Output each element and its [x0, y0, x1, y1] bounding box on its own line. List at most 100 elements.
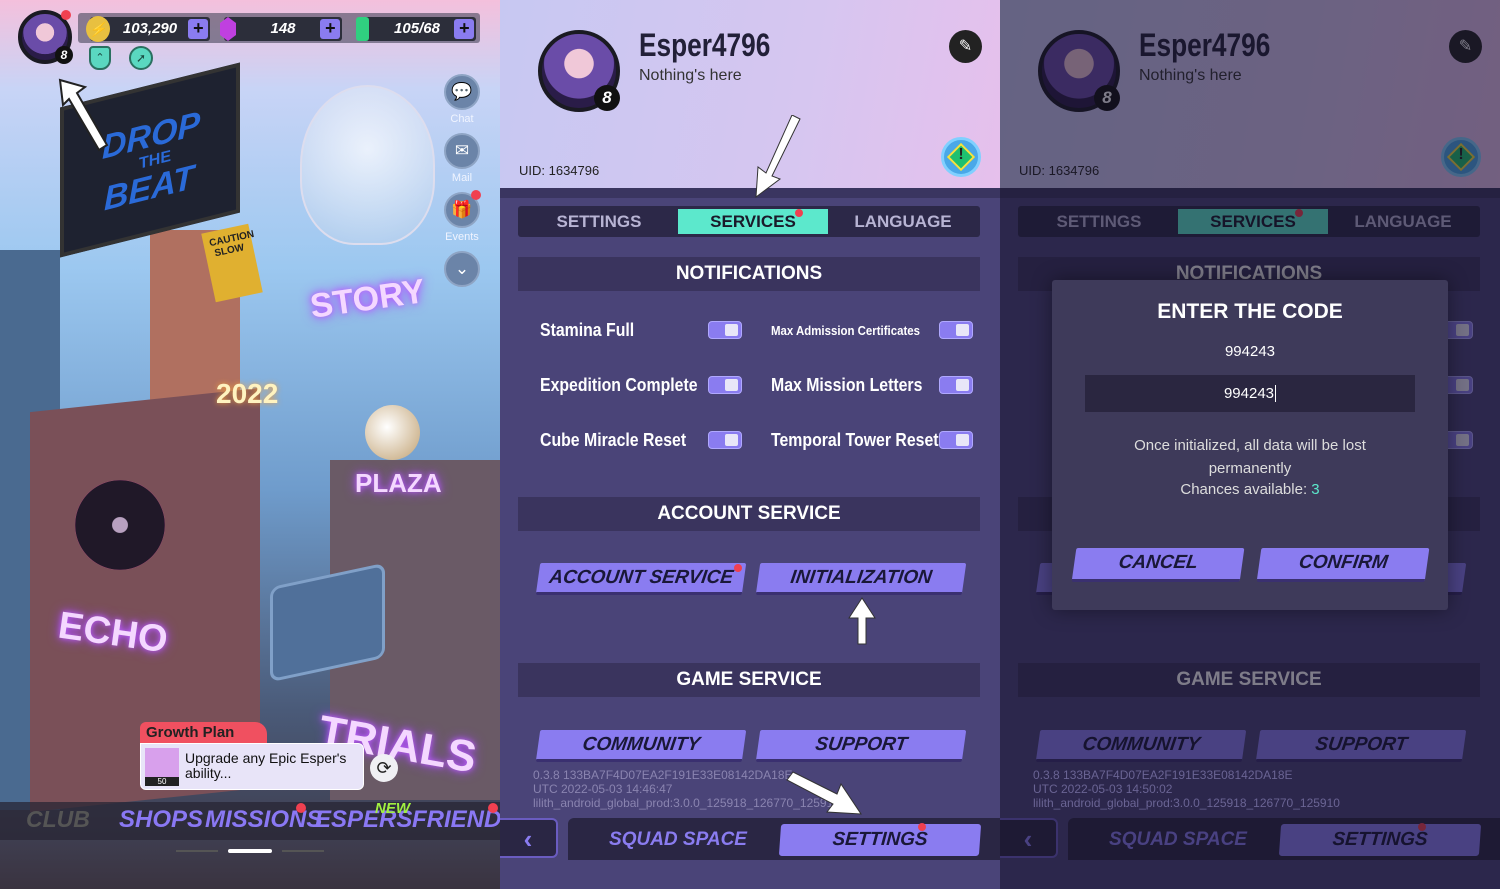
nav-shops[interactable]: SHOPS	[119, 806, 203, 834]
account-service-button[interactable]: ACCOUNT SERVICE	[535, 563, 747, 595]
growth-plan-card[interactable]: 50 Upgrade any Epic Esper's ability...	[140, 743, 364, 790]
notification-dot	[488, 803, 498, 813]
tab-settings[interactable]: SETTINGS	[524, 209, 674, 234]
compass-icon[interactable]: ➚	[129, 46, 153, 70]
coins-counter: ⚡ 103,290 +	[86, 16, 210, 42]
new-badge: NEW	[375, 800, 410, 817]
plaza-globe	[365, 405, 420, 460]
growth-plan-title: Growth Plan	[140, 722, 267, 744]
vinyl-disc	[75, 480, 165, 570]
enter-code-dialog: ENTER THE CODE 994243 994243 Once initia…	[1052, 280, 1448, 610]
page-indicator	[282, 850, 324, 852]
toggle-stamina-full[interactable]	[708, 321, 742, 339]
home-screen: DROP THE BEAT CAUTION SLOW STORY PLAZA 2…	[0, 0, 500, 889]
back-button[interactable]: ‹	[500, 818, 558, 858]
chat-label: Chat	[450, 113, 474, 125]
coins-value: 103,290	[122, 20, 178, 37]
tab-services[interactable]: SERVICES	[678, 209, 828, 234]
chances-count: 3	[1311, 481, 1320, 498]
tutorial-arrow	[58, 78, 109, 152]
chat-button[interactable]: 💬	[444, 74, 480, 110]
player-uid[interactable]: UID: 1634796	[519, 163, 599, 178]
version-info: 0.3.8 133BA7F4D07EA2F191E33E08142DA18E U…	[1033, 768, 1340, 810]
text-cursor	[1275, 385, 1277, 402]
warning-text: Once initialized, all data will be lost …	[1134, 437, 1366, 477]
plaza-sign[interactable]: PLAZA	[355, 468, 442, 499]
stamina-icon	[356, 17, 369, 41]
profile-level-badge: 8	[594, 85, 620, 111]
build-id: lilith_android_global_prod:3.0.0_125918_…	[1033, 796, 1340, 810]
add-coins-button[interactable]: +	[188, 19, 208, 39]
player-level-badge: 8	[55, 46, 73, 64]
services-tabs: SETTINGS SERVICES LANGUAGE	[518, 206, 980, 237]
tutorial-arrow	[755, 115, 801, 199]
crystal-icon	[220, 17, 236, 41]
toggle-max-mission-letters[interactable]	[939, 376, 973, 394]
toggle-max-admission[interactable]	[939, 321, 973, 339]
dialog-title: ENTER THE CODE	[1157, 300, 1343, 323]
version-hash: 0.3.8 133BA7F4D07EA2F191E33E08142DA18E	[1033, 768, 1293, 782]
stamina-value: 105/68	[394, 20, 440, 37]
mail-label: Mail	[451, 172, 473, 184]
notif-label: Cube Miracle Reset	[540, 430, 687, 450]
code-input[interactable]: 994243	[1085, 375, 1415, 412]
toggle-temporal-tower-reset[interactable]	[939, 431, 973, 449]
player-name: Esper4796	[639, 27, 771, 63]
nav-club[interactable]: CLUB	[26, 806, 90, 833]
nav-settings[interactable]: SETTINGS	[778, 824, 982, 856]
page-indicator-active	[228, 849, 272, 853]
notif-label: Temporal Tower Reset	[771, 430, 939, 450]
balloon	[300, 85, 435, 245]
notification-dot	[734, 564, 742, 572]
rank-icon[interactable]: ⌃	[89, 46, 111, 70]
toggle-cube-miracle-reset[interactable]	[708, 431, 742, 449]
notification-dot	[471, 190, 481, 200]
chances-label: Chances available:	[1180, 481, 1312, 498]
confirmation-code: 994243	[1224, 343, 1276, 360]
coin-icon: ⚡	[86, 16, 110, 42]
notif-label: Stamina Full	[540, 320, 635, 340]
notif-label: Expedition Complete	[540, 375, 698, 395]
add-stamina-button[interactable]: +	[454, 19, 474, 39]
add-crystals-button[interactable]: +	[320, 19, 340, 39]
code-input-value: 994243	[1223, 385, 1275, 402]
refresh-icon[interactable]: ⟳	[370, 754, 398, 782]
crystals-value: 148	[270, 20, 296, 37]
support-button[interactable]: SUPPORT	[755, 730, 967, 762]
toggle-expedition-complete[interactable]	[708, 376, 742, 394]
page-indicator	[176, 850, 218, 852]
chances-text: Chances available: 3	[1052, 481, 1448, 498]
tab-language[interactable]: LANGUAGE	[828, 209, 978, 234]
item-count: 50	[145, 777, 179, 786]
confirm-button[interactable]: CONFIRM	[1256, 548, 1430, 582]
notification-dot	[795, 209, 803, 217]
notif-label: Max Admission Certificates	[771, 323, 920, 338]
collapse-button[interactable]: ⌄	[444, 251, 480, 287]
cancel-button[interactable]: CANCEL	[1071, 548, 1245, 582]
notifications-header: NOTIFICATIONS	[518, 257, 980, 291]
report-button[interactable]: !	[941, 137, 981, 177]
bottom-nav: SQUAD SPACE SETTINGS	[568, 818, 1000, 860]
year-sign: 2022	[216, 378, 279, 409]
nav-friends[interactable]: FRIENDS	[412, 806, 500, 834]
initialization-button[interactable]: INITIALIZATION	[755, 563, 967, 595]
gift-icon: 🎁	[451, 200, 473, 219]
pencil-icon: ✎	[958, 38, 973, 55]
player-tagline: Nothing's here	[639, 67, 742, 84]
story-sign[interactable]: STORY	[308, 272, 428, 327]
services-screen: 8 Esper4796 Nothing's here UID: 1634796 …	[500, 0, 1000, 889]
nav-squad-space[interactable]: SQUAD SPACE	[578, 824, 778, 856]
game-service-header: GAME SERVICE	[518, 663, 980, 697]
crystals-counter: 148 +	[220, 17, 342, 41]
edit-profile-button[interactable]: ✎	[949, 30, 982, 63]
mail-button[interactable]: ✉	[444, 133, 480, 169]
growth-plan-text: Upgrade any Epic Esper's ability...	[185, 750, 347, 781]
currency-bar: ⚡ 103,290 + 148 + 105/68 +	[78, 13, 480, 43]
chevron-left-icon: ‹	[523, 824, 533, 854]
events-label: Events	[445, 231, 479, 243]
account-service-header: ACCOUNT SERVICE	[518, 497, 980, 531]
version-timestamp: UTC 2022-05-03 14:50:02	[1033, 782, 1173, 796]
community-button[interactable]: COMMUNITY	[535, 730, 747, 762]
notification-dot	[61, 10, 71, 20]
chevron-down-icon: ⌄	[454, 259, 470, 278]
